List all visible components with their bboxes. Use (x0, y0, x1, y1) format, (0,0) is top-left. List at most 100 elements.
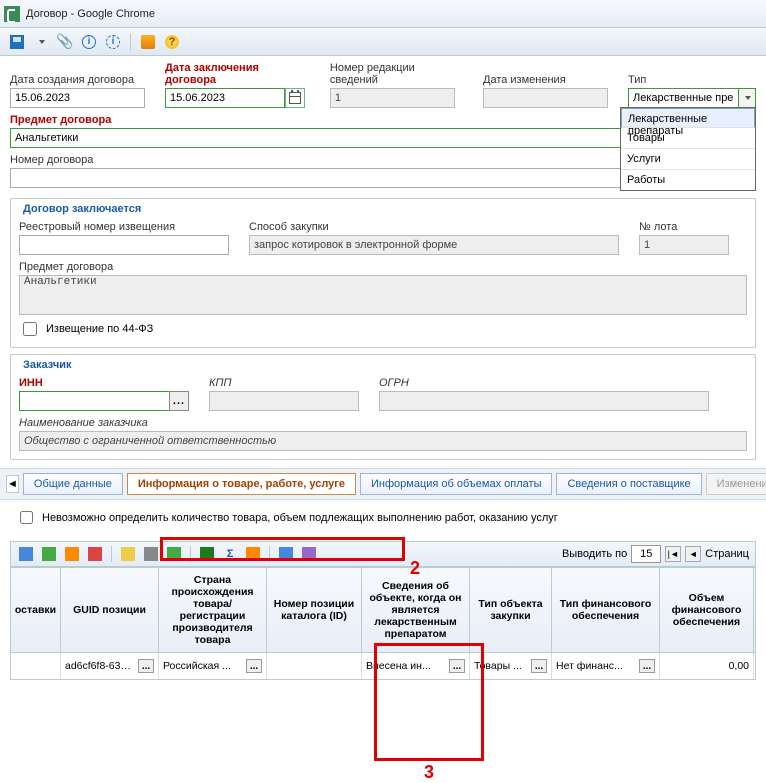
type-select-display[interactable] (628, 88, 738, 108)
book-icon (141, 35, 155, 49)
grid-btn-excel[interactable] (198, 545, 216, 563)
grid-btn-columns[interactable] (277, 545, 295, 563)
grid-separator (111, 546, 112, 562)
grid-row[interactable]: ad6cf6f8-638e-...... Российская ...... В… (11, 652, 755, 679)
tab-payment-volumes[interactable]: Информация об объемах оплаты (360, 473, 552, 495)
catalog-button[interactable] (137, 31, 159, 53)
cell-fin-lookup[interactable]: ... (639, 659, 655, 673)
tabs-scroll-left[interactable]: ◄ (6, 475, 19, 493)
grid-btn-delete[interactable] (86, 545, 104, 563)
date-created-label: Дата создания договора (10, 74, 145, 86)
export-icon (246, 547, 260, 561)
type-dropdown: Лекарственные препараты Товары Услуги Ра… (620, 107, 756, 191)
col-fin-type[interactable]: Тип финансового обеспечения (552, 568, 660, 652)
paperclip-icon: 📎 (56, 33, 73, 50)
chevron-down-icon (745, 96, 751, 100)
grid-toolbar: Σ Выводить по |◄ ◄ Страниц (10, 541, 756, 567)
cell-country-text: Российская ... (163, 660, 244, 672)
grid-btn-copy[interactable] (63, 545, 81, 563)
positions-grid: оставки GUID позиции Страна происхождени… (10, 567, 756, 680)
grid-btn-settings[interactable] (300, 545, 318, 563)
page-first-button[interactable]: |◄ (665, 546, 681, 562)
cell-type-lookup[interactable]: ... (531, 659, 547, 673)
type-select-toggle[interactable] (738, 88, 756, 108)
plus-icon (42, 547, 56, 561)
save-button[interactable] (6, 31, 28, 53)
tab-goods-info[interactable]: Информация о товаре, работе, услуге (127, 473, 356, 495)
gear-icon (302, 547, 316, 561)
lot-label: № лота (639, 221, 729, 233)
cell-fin-text: Нет финанс... (556, 660, 637, 672)
tab-supplier[interactable]: Сведения о поставщике (556, 473, 701, 495)
type-option-services[interactable]: Услуги (621, 149, 755, 170)
info-icon: i (82, 35, 96, 49)
grid-btn-add[interactable] (40, 545, 58, 563)
notice-44fz-checkbox[interactable] (23, 322, 37, 336)
col-fin-volume[interactable]: Объем финансового обеспечения (660, 568, 754, 652)
page-label: Страниц (705, 548, 749, 560)
tree-icon (19, 547, 33, 561)
inn-lookup-button[interactable]: ... (169, 391, 189, 411)
grid-btn-tree[interactable] (17, 545, 35, 563)
cell-drug-lookup[interactable]: ... (449, 659, 465, 673)
tab-changes[interactable]: Изменени (706, 473, 766, 495)
prev-icon: ◄ (689, 549, 698, 559)
cell-fin-type[interactable]: Нет финанс...... (552, 653, 660, 679)
cell-country-lookup[interactable]: ... (246, 659, 262, 673)
reset-icon (144, 547, 158, 561)
tab-general[interactable]: Общие данные (23, 473, 123, 495)
date-created-input[interactable] (10, 88, 145, 108)
change-date-input (483, 88, 608, 108)
col-guid[interactable]: GUID позиции (61, 568, 159, 652)
cell-guid[interactable]: ad6cf6f8-638e-...... (61, 653, 159, 679)
cell-catalog-id[interactable] (267, 653, 362, 679)
toolbar-separator (130, 33, 131, 51)
help-button[interactable]: ? (161, 31, 183, 53)
grid-btn-refresh[interactable] (165, 545, 183, 563)
change-date-label: Дата изменения (483, 74, 608, 86)
customer-name-input (19, 431, 747, 451)
cell-delivery[interactable] (11, 653, 61, 679)
col-object-type[interactable]: Тип объекта закупки (470, 568, 552, 652)
registry-input[interactable] (19, 235, 229, 255)
per-page-input[interactable] (631, 545, 661, 563)
impossible-qty-checkbox[interactable] (20, 511, 33, 524)
meta-button[interactable]: i (102, 31, 124, 53)
type-option-works[interactable]: Работы (621, 170, 755, 190)
attachment-button[interactable]: 📎 (54, 31, 76, 53)
help-icon: ? (165, 35, 179, 49)
inn-input[interactable] (19, 391, 169, 411)
contract-header-form: Дата создания договора Дата заключения д… (0, 56, 766, 192)
notice-44fz-label: Извещение по 44-ФЗ (46, 323, 153, 335)
col-country[interactable]: Страна происхождения товара/ регистрации… (159, 568, 267, 652)
date-concluded-input[interactable] (165, 88, 285, 108)
cell-country[interactable]: Российская ...... (159, 653, 267, 679)
save-dropdown-button[interactable] (30, 31, 52, 53)
grid-btn-filter[interactable] (119, 545, 137, 563)
copy-icon (65, 547, 79, 561)
per-page-label: Выводить по (562, 548, 627, 560)
col-catalog-id[interactable]: Номер позиции каталога (ID) (267, 568, 362, 652)
cell-drug-text: Внесена ин... (366, 660, 447, 672)
type-option-drugs[interactable]: Лекарственные препараты (621, 108, 755, 128)
cell-guid-lookup[interactable]: ... (138, 659, 154, 673)
first-icon: |◄ (668, 549, 679, 559)
method-input (249, 235, 619, 255)
save-icon (10, 35, 24, 49)
cell-object-type[interactable]: Товары ...... (470, 653, 552, 679)
page-prev-button[interactable]: ◄ (685, 546, 701, 562)
cell-fin-volume[interactable]: 0,00 (660, 653, 754, 679)
date-concluded-picker-button[interactable] (285, 88, 305, 108)
col-delivery[interactable]: оставки (11, 568, 61, 652)
grid-btn-reset[interactable] (142, 545, 160, 563)
lot-input (639, 235, 729, 255)
grid-btn-export[interactable] (244, 545, 262, 563)
window-titlebar: Договор - Google Chrome (0, 0, 766, 28)
tabs-bar: ◄ Общие данные Информация о товаре, рабо… (0, 468, 766, 500)
col-drug-info[interactable]: Сведения об объекте, когда он является л… (362, 568, 470, 652)
type-option-goods[interactable]: Товары (621, 128, 755, 149)
info-button[interactable]: i (78, 31, 100, 53)
grid-btn-sum[interactable]: Σ (221, 545, 239, 563)
cell-drug-info[interactable]: Внесена ин...... (362, 653, 470, 679)
sigma-icon: Σ (227, 548, 234, 560)
